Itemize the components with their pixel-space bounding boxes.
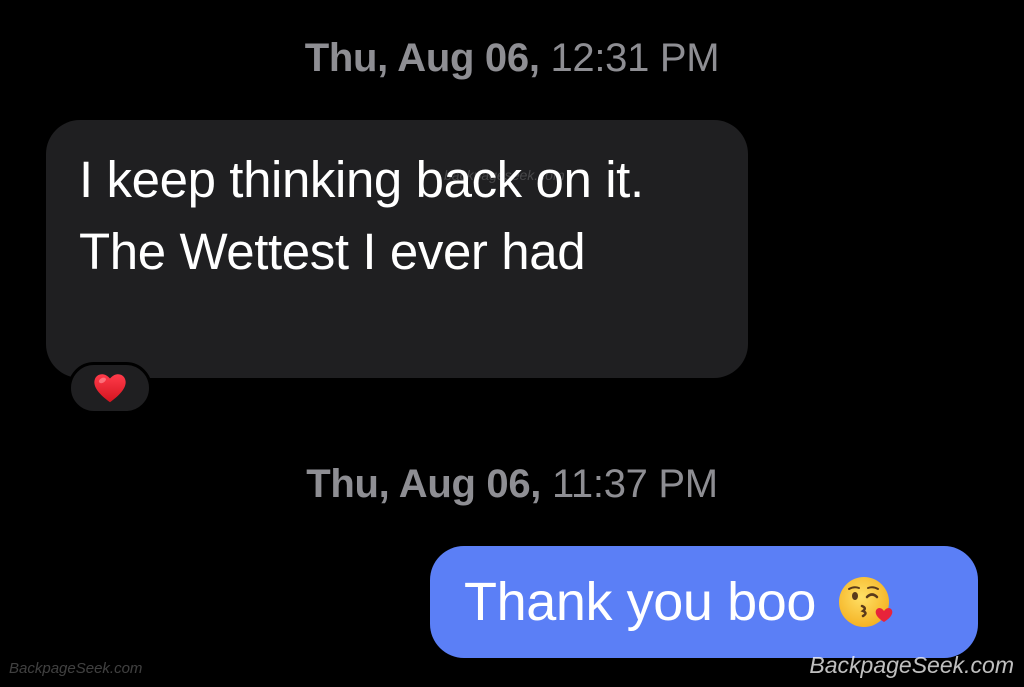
incoming-message-bubble[interactable]: I keep thinking back on it. The Wettest … xyxy=(46,120,748,378)
timestamp-date: Thu, Aug 06, xyxy=(304,36,540,80)
timestamp-time: 12:31 PM xyxy=(550,36,720,80)
timestamp-header: Thu, Aug 06, 12:31 PM xyxy=(0,34,1024,82)
watermark-bottom-right: BackpageSeek.com xyxy=(809,652,1014,678)
watermark-inline: backpageseek.com xyxy=(444,167,565,183)
outgoing-message-bubble[interactable]: Thank you boo xyxy=(430,546,978,658)
incoming-message-text: I keep thinking back on it. The Wettest … xyxy=(79,151,644,280)
tapback-reaction[interactable] xyxy=(68,362,152,414)
timestamp-date: Thu, Aug 06, xyxy=(306,462,542,506)
watermark-bottom-left: BackpageSeek.com xyxy=(9,660,143,677)
heart-icon xyxy=(94,374,126,403)
outgoing-message-text: Thank you boo xyxy=(464,572,817,632)
face-blowing-kiss-icon xyxy=(839,577,893,627)
timestamp-header: Thu, Aug 06, 11:37 PM xyxy=(0,460,1024,508)
timestamp-time: 11:37 PM xyxy=(551,462,718,506)
